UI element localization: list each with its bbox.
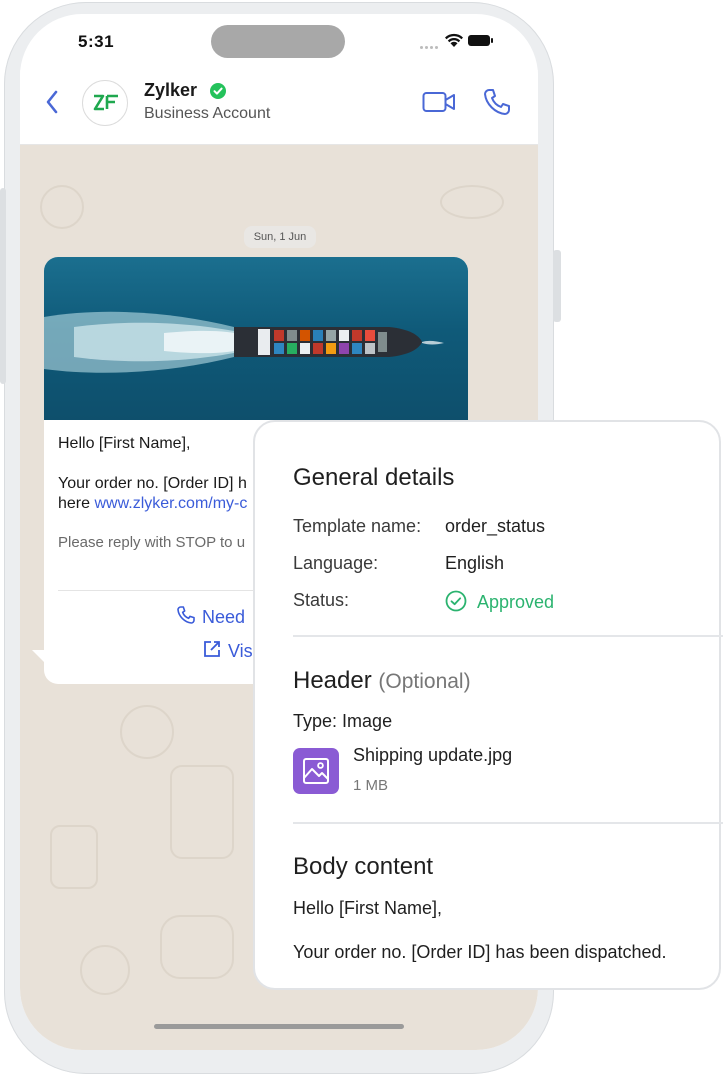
- battery-icon: [468, 35, 493, 46]
- body-line-greeting: Hello [First Name],: [293, 898, 443, 918]
- message-footer: Please reply with STOP to u: [58, 534, 246, 551]
- language-value: English: [445, 553, 505, 573]
- body-content-title: Body content: [293, 853, 434, 880]
- check-circle-icon: [445, 590, 467, 612]
- message-line-order: Your order no. [Order ID] h: [58, 475, 247, 492]
- doodle-decoration: [80, 945, 130, 995]
- call-button[interactable]: Need: [176, 605, 245, 628]
- phone-call-icon[interactable]: [482, 87, 512, 117]
- message-greeting: Hello [First Name],: [58, 435, 191, 452]
- status-value: Approved: [477, 592, 555, 612]
- doodle-decoration: [50, 825, 98, 889]
- call-button-label: Need: [202, 607, 246, 627]
- doodle-decoration: [160, 915, 234, 979]
- doodle-decoration: [120, 705, 174, 759]
- dynamic-island: [211, 25, 345, 58]
- doodle-decoration: [170, 765, 234, 859]
- doodle-decoration: [40, 185, 84, 229]
- message-line-prefix: here: [58, 495, 95, 512]
- avatar[interactable]: [82, 80, 128, 126]
- visit-website-button[interactable]: Vis: [202, 639, 253, 662]
- file-size: 1 MB: [353, 777, 389, 794]
- wifi-icon: [445, 33, 463, 47]
- header-optional-label: (Optional): [378, 670, 471, 693]
- external-link-icon: [204, 641, 220, 657]
- section-divider: [293, 822, 723, 824]
- doodle-decoration: [440, 185, 504, 219]
- header-section-title: Header (Optional): [293, 667, 471, 695]
- back-chevron-icon[interactable]: [44, 88, 60, 116]
- tracking-link[interactable]: www.zlyker.com/my-c: [94, 495, 247, 512]
- video-call-icon[interactable]: [422, 90, 456, 114]
- header-type-label: Type:: [293, 711, 338, 731]
- message-header-image[interactable]: [44, 257, 468, 420]
- status-time: 5:31: [78, 32, 115, 51]
- header-type-value: Image: [342, 711, 393, 731]
- container-ship-image: [44, 311, 444, 373]
- section-divider: [293, 635, 723, 637]
- status-badge: Approved: [445, 590, 554, 613]
- header-title: Header: [293, 667, 372, 694]
- template-name-value: order_status: [445, 516, 546, 536]
- image-icon: [303, 758, 329, 784]
- home-indicator: [154, 1024, 404, 1029]
- template-name-label: Template name:: [293, 516, 422, 536]
- chat-header: Zylker Business Account: [20, 70, 538, 145]
- visit-button-label: Vis: [228, 641, 253, 661]
- phone-side-button-right: [553, 250, 561, 322]
- verified-check-icon: [210, 83, 226, 99]
- status-label: Status:: [293, 590, 350, 610]
- body-line-order: Your order no. [Order ID] has been dispa…: [293, 942, 667, 962]
- phone-icon: [177, 606, 195, 624]
- status-bar: 5:31: [20, 14, 538, 70]
- template-details-card: General details Template name: order_sta…: [253, 420, 723, 990]
- phone-side-button-left: [0, 188, 6, 384]
- message-line-tracking: here www.zlyker.com/my-c: [58, 495, 247, 513]
- signal-dots-icon: [420, 36, 440, 49]
- header-type: Type: Image: [293, 711, 392, 732]
- image-file-icon[interactable]: [293, 748, 339, 794]
- contact-name[interactable]: Zylker: [144, 80, 197, 101]
- general-details-title: General details: [293, 464, 455, 491]
- file-name[interactable]: Shipping update.jpg: [353, 745, 512, 766]
- date-label: Sun, 1 Jun: [244, 226, 316, 248]
- language-label: Language:: [293, 553, 379, 573]
- contact-subtitle: Business Account: [144, 105, 271, 122]
- zylker-logo-icon: [93, 94, 118, 111]
